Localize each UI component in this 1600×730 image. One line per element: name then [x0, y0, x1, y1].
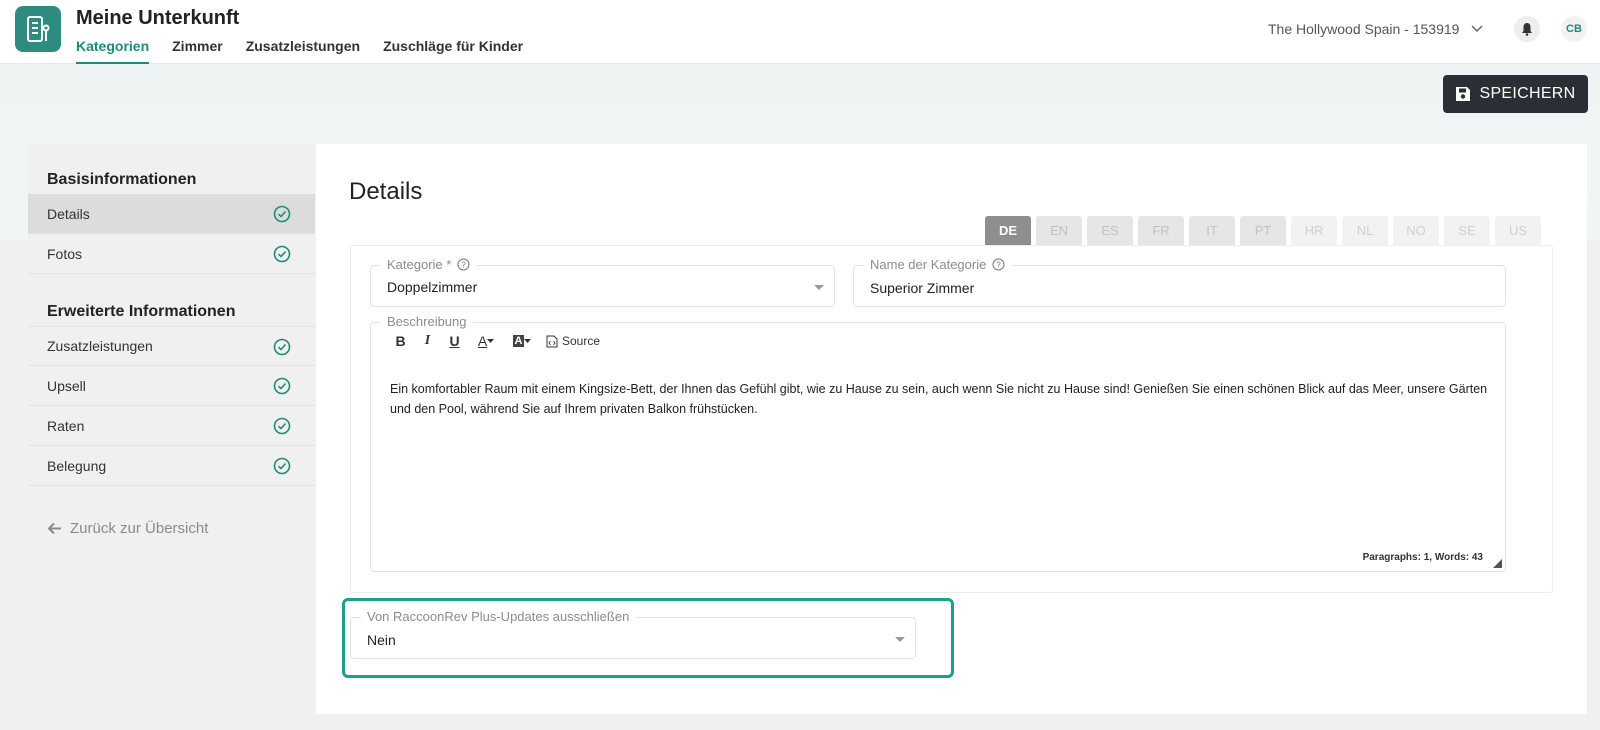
sidebar-item-raten[interactable]: Raten [28, 406, 315, 446]
description-label-text: Beschreibung [387, 314, 467, 329]
description-label: Beschreibung [381, 314, 473, 329]
caret-down-icon [814, 285, 824, 290]
editor-word-count: Paragraphs: 1, Words: 43 [1362, 552, 1483, 563]
description-text[interactable]: Ein komfortabler Raum mit einem Kingsize… [390, 379, 1490, 419]
check-circle-icon [273, 377, 291, 395]
top-header: Meine Unterkunft Kategorien Zimmer Zusat… [0, 0, 1600, 64]
lang-tab-hr[interactable]: HR [1291, 216, 1337, 245]
category-label-text: Kategorie * [387, 257, 452, 272]
check-circle-icon [273, 338, 291, 356]
lang-tab-it[interactable]: IT [1189, 216, 1235, 245]
save-button[interactable]: SPEICHERN [1443, 75, 1588, 113]
resize-handle-icon[interactable] [1493, 559, 1502, 568]
background-color-button[interactable]: A [504, 331, 540, 351]
category-name-label: Name der Kategorie ? [864, 257, 1012, 272]
lang-tab-no[interactable]: NO [1393, 216, 1439, 245]
notification-button[interactable] [1514, 16, 1540, 42]
sidebar-item-label: Details [47, 205, 90, 222]
nav-tab-zuschlaege-kinder[interactable]: Zuschläge für Kinder [383, 38, 523, 64]
nav-tab-zimmer[interactable]: Zimmer [172, 38, 223, 64]
lang-tab-nl[interactable]: NL [1342, 216, 1388, 245]
sidebar-item-label: Belegung [47, 457, 107, 474]
sidebar-item-label: Fotos [47, 245, 83, 262]
back-to-overview-link[interactable]: Zurück zur Übersicht [47, 520, 208, 537]
lang-tab-es[interactable]: ES [1087, 216, 1133, 245]
source-code-icon [546, 335, 558, 347]
lang-tab-se[interactable]: SE [1444, 216, 1490, 245]
language-tabs: DE EN ES FR IT PT HR NL NO SE US [985, 216, 1541, 245]
italic-button[interactable]: I [414, 331, 441, 351]
details-form: Kategorie * ? Doppelzimmer Name der Kate… [350, 245, 1553, 593]
editor-toolbar: B I U A A Source [387, 331, 600, 351]
check-circle-icon [273, 205, 291, 223]
caret-down-icon [524, 338, 532, 343]
lang-tab-pt[interactable]: PT [1240, 216, 1286, 245]
check-circle-icon [273, 417, 291, 435]
bell-icon [1522, 23, 1532, 36]
highlight-frame [342, 598, 954, 678]
page-title: Details [349, 178, 423, 205]
user-avatar[interactable]: CB [1561, 16, 1587, 42]
sidebar-item-upsell[interactable]: Upsell [28, 366, 315, 406]
font-color-button[interactable]: A [468, 331, 504, 351]
main-nav: Kategorien Zimmer Zusatzleistungen Zusch… [76, 38, 546, 64]
nav-tab-kategorien[interactable]: Kategorien [76, 38, 150, 64]
help-icon[interactable]: ? [992, 258, 1005, 271]
check-circle-icon [273, 245, 291, 263]
sidebar-item-belegung[interactable]: Belegung [28, 446, 315, 486]
building-icon[interactable] [15, 6, 61, 52]
svg-text:?: ? [997, 260, 1002, 269]
sidebar-heading-basic: Basisinformationen [47, 171, 197, 188]
property-name: The Hollywood Spain - 153919 [1268, 21, 1460, 37]
nav-tab-zusatzleistungen[interactable]: Zusatzleistungen [246, 38, 360, 64]
floppy-disk-icon [1456, 87, 1471, 101]
underline-button[interactable]: U [441, 331, 468, 351]
sidebar-item-label: Raten [47, 417, 85, 434]
bold-button[interactable]: B [387, 331, 414, 351]
description-editor[interactable]: Beschreibung B I U A A Source Ein komfor… [370, 314, 1506, 572]
lang-tab-en[interactable]: EN [1036, 216, 1082, 245]
sidebar-item-fotos[interactable]: Fotos [28, 234, 315, 274]
lang-tab-us[interactable]: US [1495, 216, 1541, 245]
category-name-label-text: Name der Kategorie [870, 257, 987, 272]
category-label: Kategorie * ? [381, 257, 477, 272]
arrow-left-icon [47, 522, 61, 535]
back-link-label: Zurück zur Übersicht [70, 520, 209, 537]
property-selector[interactable]: The Hollywood Spain - 153919 [1268, 21, 1483, 37]
chevron-down-icon [1471, 25, 1483, 33]
svg-text:?: ? [462, 260, 467, 269]
background-color-label: A [512, 335, 525, 347]
help-icon[interactable]: ? [457, 258, 470, 271]
save-button-label: SPEICHERN [1479, 85, 1576, 102]
lang-tab-de[interactable]: DE [985, 216, 1031, 245]
sidebar-item-label: Upsell [47, 377, 86, 394]
sidebar: Basisinformationen Details Fotos Erweite… [28, 144, 315, 714]
font-color-label: A [477, 333, 488, 349]
lang-tab-fr[interactable]: FR [1138, 216, 1184, 245]
category-select[interactable]: Kategorie * ? Doppelzimmer [370, 257, 835, 307]
sidebar-item-zusatzleistungen[interactable]: Zusatzleistungen [28, 326, 315, 366]
source-button-label: Source [562, 334, 601, 348]
app-title: Meine Unterkunft [76, 7, 240, 29]
sidebar-heading-extended: Erweiterte Informationen [47, 303, 236, 320]
source-button[interactable]: Source [546, 334, 600, 348]
sidebar-item-label: Zusatzleistungen [47, 338, 153, 354]
sidebar-item-details[interactable]: Details [28, 194, 315, 234]
caret-down-icon [487, 338, 495, 343]
category-name-value: Superior Zimmer [870, 280, 975, 296]
check-circle-icon [273, 457, 291, 475]
category-value: Doppelzimmer [387, 279, 478, 295]
category-name-field[interactable]: Name der Kategorie ? Superior Zimmer [853, 257, 1506, 307]
